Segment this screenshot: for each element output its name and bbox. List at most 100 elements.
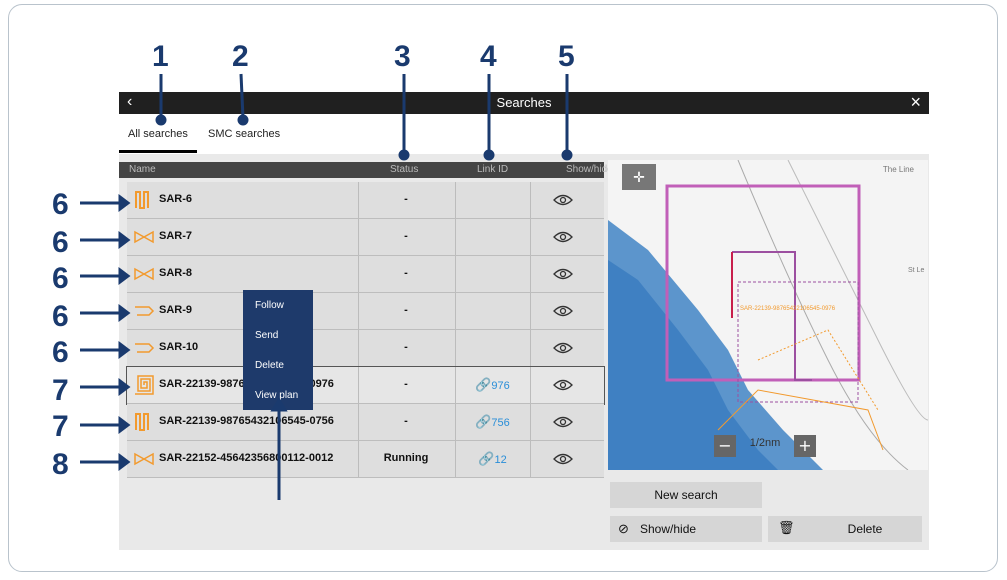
track-line-icon [133, 300, 155, 322]
menu-item-view-plan[interactable]: View plan [255, 390, 298, 401]
parallel-track-icon [133, 411, 155, 433]
callout-2: 2 [232, 40, 249, 73]
column-divider [530, 293, 531, 329]
sector-search-icon [133, 226, 155, 248]
map-scale-label: 1/2nm [750, 437, 781, 449]
callout-3: 3 [394, 40, 411, 73]
map-place-label: The Line [883, 165, 915, 174]
link-id[interactable]: 🔗12 [455, 451, 530, 467]
table-row[interactable]: SAR-22152-45642356800112-0012 Running 🔗12 [127, 441, 604, 478]
link-id[interactable]: 🔗976 [455, 377, 530, 393]
delete-label: Delete [847, 522, 883, 536]
chart-map[interactable]: ✛ − + The Line SAR-22139-98765432106545-… [608, 160, 928, 470]
callout-7b: 7 [52, 410, 69, 443]
eye-slash-icon: ⊘ [618, 521, 629, 536]
column-header-status: Status [390, 164, 419, 175]
column-divider [455, 330, 456, 366]
callout-6a: 6 [52, 188, 69, 221]
tab-smc-searches[interactable]: SMC searches [208, 128, 280, 140]
column-header-show-hide: Show/hide [566, 164, 613, 175]
callout-7a: 7 [52, 374, 69, 407]
link-id-value: 12 [494, 454, 507, 466]
search-status: - [404, 267, 408, 279]
column-header-name: Name [129, 164, 156, 175]
column-divider [530, 367, 531, 403]
callout-6c: 6 [52, 262, 69, 295]
eye-icon[interactable] [553, 304, 573, 318]
eye-icon[interactable] [553, 267, 573, 281]
table-row[interactable]: SAR-22139-98765432106545-0976-🔗976 [126, 366, 605, 405]
table-row[interactable]: SAR-6 - [127, 182, 604, 219]
sector-search-icon [133, 448, 155, 470]
column-divider [455, 256, 456, 292]
close-icon[interactable]: × [910, 92, 921, 113]
eye-icon[interactable] [553, 193, 573, 207]
search-status: - [404, 304, 408, 316]
search-status: Running [383, 452, 429, 464]
column-divider [455, 182, 456, 218]
column-divider [530, 182, 531, 218]
active-tab-indicator [119, 150, 197, 153]
app-screen: ‹ Searches × All searches SMC searches N… [119, 92, 929, 550]
eye-icon[interactable] [553, 230, 573, 244]
svg-text:+: + [798, 436, 811, 455]
callout-1: 1 [152, 40, 169, 73]
search-name: SAR-22139-98765432106545-0756 [159, 415, 334, 427]
column-header-link-id: Link ID [477, 164, 509, 175]
table-row[interactable]: SAR-7 - [127, 219, 604, 256]
callout-6e: 6 [52, 336, 69, 369]
tab-all-searches[interactable]: All searches [128, 128, 188, 140]
eye-icon[interactable] [553, 378, 573, 392]
search-status: - [404, 378, 408, 390]
menu-item-send[interactable]: Send [255, 330, 278, 341]
eye-icon[interactable] [553, 415, 573, 429]
menu-item-delete[interactable]: Delete [255, 360, 284, 371]
callout-6b: 6 [52, 226, 69, 259]
tab-bar: All searches SMC searches [119, 114, 929, 154]
track-line-icon [133, 337, 155, 359]
search-name: SAR-8 [159, 267, 193, 279]
sector-search-icon [133, 263, 155, 285]
link-id[interactable]: 🔗756 [455, 414, 530, 430]
page-title: Searches [496, 95, 552, 110]
search-list-panel: Name Status Link ID Show/hide SAR-6- SAR-… [119, 154, 613, 550]
title-bar: ‹ Searches × [119, 92, 929, 114]
table-row[interactable]: SAR-8 - [127, 256, 604, 293]
search-status: - [404, 341, 408, 353]
eye-icon[interactable] [553, 452, 573, 466]
table-row[interactable]: SAR-22139-98765432106545-0756 - 🔗756 [127, 404, 604, 441]
search-status: - [404, 193, 408, 205]
show-hide-label: Show/hide [640, 522, 697, 536]
parallel-track-icon [133, 189, 155, 211]
callout-4: 4 [480, 40, 497, 73]
column-divider [530, 404, 531, 440]
column-divider [530, 219, 531, 255]
svg-text:✛: ✛ [633, 170, 645, 186]
link-id-value: 976 [491, 380, 510, 392]
search-status: - [404, 415, 408, 427]
table-row[interactable]: SAR-9 - [127, 293, 604, 330]
search-name: SAR-6 [159, 193, 193, 205]
link-icon: 🔗 [475, 414, 492, 429]
search-name: SAR-10 [159, 341, 199, 353]
link-icon: 🔗 [478, 451, 495, 466]
column-divider [455, 293, 456, 329]
map-side-label: St Le [908, 267, 924, 274]
search-name: SAR-22152-45642356800112-0012 [159, 452, 334, 464]
context-menu: Follow Send Delete View plan [243, 290, 313, 410]
map-graphic: ✛ − + The Line SAR-22139-98765432106545-… [608, 160, 928, 470]
svg-text:−: − [718, 436, 731, 455]
table-header: Name Status Link ID Show/hide [119, 162, 613, 178]
menu-item-follow[interactable]: Follow [255, 300, 284, 311]
column-divider [530, 256, 531, 292]
callout-8: 8 [52, 448, 69, 481]
link-id-value: 756 [491, 417, 510, 429]
new-search-button[interactable]: New search [610, 482, 762, 508]
table-row[interactable]: SAR-10 - [127, 330, 604, 367]
search-name: SAR-9 [159, 304, 193, 316]
map-route-label: SAR-22139-98765432106545-0976 [740, 306, 836, 312]
column-divider [530, 330, 531, 366]
eye-icon[interactable] [553, 341, 573, 355]
show-hide-button[interactable]: ⊘ Show/hide [610, 516, 762, 542]
delete-button[interactable]: 🗑 Delete [768, 516, 922, 542]
